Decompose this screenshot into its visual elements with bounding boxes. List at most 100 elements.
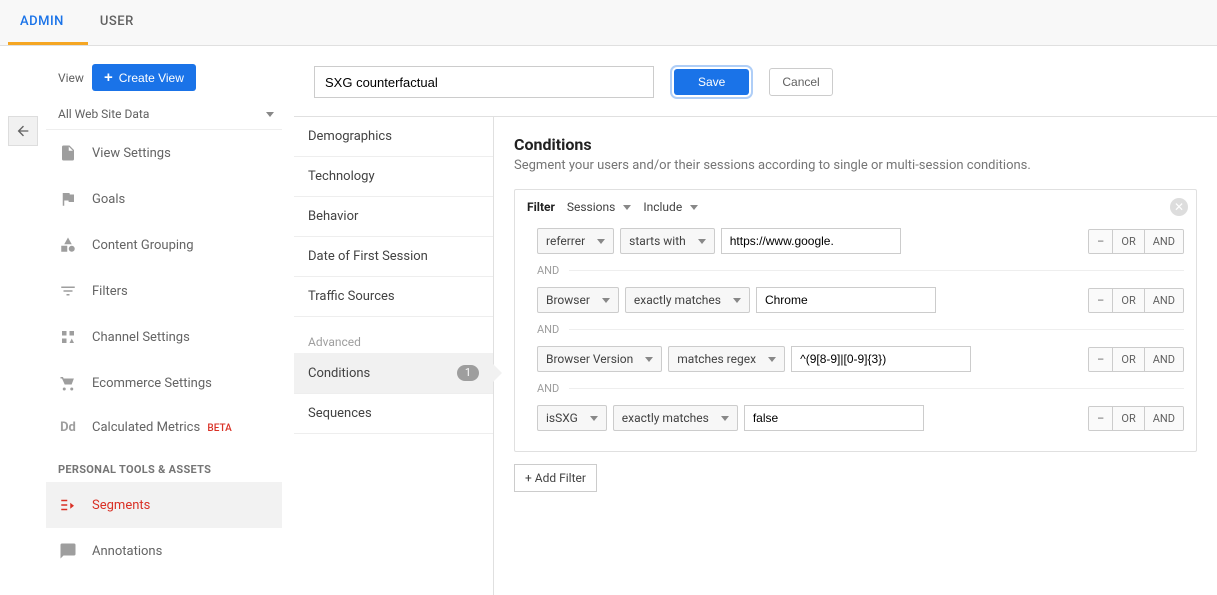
row-or-button[interactable]: OR (1112, 230, 1143, 253)
and-separator: AND (537, 264, 1184, 277)
conditions-count-badge: 1 (457, 365, 479, 381)
sidebar-item-calculated-metrics[interactable]: Dd Calculated Metrics BETA (46, 406, 282, 449)
caret-down-icon (623, 205, 631, 210)
add-filter-button[interactable]: + Add Filter (514, 464, 597, 492)
close-icon: ✕ (1174, 200, 1184, 214)
operator-select[interactable]: matches regex (668, 346, 785, 372)
value-input[interactable] (791, 346, 971, 372)
channel-icon (58, 328, 78, 346)
save-button[interactable]: Save (674, 69, 749, 95)
plus-icon: + (104, 70, 113, 85)
category-conditions-label: Conditions (308, 366, 370, 381)
sidebar: View + Create View All Web Site Data Vie… (46, 46, 294, 595)
value-input[interactable] (756, 287, 936, 313)
operator-select[interactable]: exactly matches (625, 287, 750, 313)
row-or-button[interactable]: OR (1112, 407, 1143, 430)
sidebar-item-filters[interactable]: Filters (46, 268, 282, 314)
filter-scope-select[interactable]: Sessions (567, 200, 631, 214)
dimension-select[interactable]: isSXG (537, 405, 607, 431)
dimension-select[interactable]: Browser Version (537, 346, 662, 372)
back-gutter (0, 46, 46, 595)
category-column: Demographics Technology Behavior Date of… (294, 117, 494, 595)
category-behavior[interactable]: Behavior (294, 197, 493, 237)
sidebar-item-goals[interactable]: Goals (46, 176, 282, 222)
caret-down-icon (590, 416, 598, 421)
caret-down-icon (698, 239, 706, 244)
caret-down-icon (602, 298, 610, 303)
caret-down-icon (733, 298, 741, 303)
category-sequences[interactable]: Sequences (294, 394, 493, 434)
sidebar-item-view-settings[interactable]: View Settings (46, 130, 282, 176)
row-and-button[interactable]: AND (1144, 407, 1183, 430)
document-icon (58, 144, 78, 162)
dimension-select[interactable]: Browser (537, 287, 619, 313)
caret-down-icon (690, 205, 698, 210)
row-remove-button[interactable]: – (1089, 289, 1112, 312)
sidebar-item-ecommerce-settings[interactable]: Ecommerce Settings (46, 360, 282, 406)
category-traffic-sources[interactable]: Traffic Sources (294, 277, 493, 317)
sidebar-item-channel-settings[interactable]: Channel Settings (46, 314, 282, 360)
beta-badge: BETA (207, 423, 231, 434)
sidebar-item-label: Filters (92, 284, 128, 299)
row-remove-button[interactable]: – (1089, 407, 1112, 430)
category-demographics[interactable]: Demographics (294, 117, 493, 157)
sidebar-item-label: Calculated Metrics BETA (92, 420, 232, 435)
conditions-subtitle: Segment your users and/or their sessions… (514, 158, 1197, 173)
caret-down-icon (266, 112, 274, 117)
sidebar-item-segments[interactable]: Segments (46, 482, 282, 528)
filter-mode-select[interactable]: Include (643, 200, 698, 214)
filter-mode-label: Include (643, 200, 682, 214)
operator-select[interactable]: exactly matches (613, 405, 738, 431)
category-heading-advanced: Advanced (294, 317, 493, 353)
category-conditions[interactable]: Conditions 1 (294, 353, 493, 394)
sidebar-item-label: Ecommerce Settings (92, 376, 212, 391)
remove-filter-button[interactable]: ✕ (1170, 198, 1188, 216)
annotations-icon (58, 542, 78, 560)
arrow-left-icon (15, 123, 31, 139)
metrics-icon: Dd (58, 420, 78, 435)
conditions-title: Conditions (514, 135, 1197, 154)
sidebar-item-label: View Settings (92, 146, 171, 161)
row-remove-button[interactable]: – (1089, 348, 1112, 371)
view-selector[interactable]: All Web Site Data (46, 99, 282, 130)
segment-builder: Demographics Technology Behavior Date of… (294, 116, 1217, 595)
content-area: Save Cancel Demographics Technology Beha… (294, 46, 1217, 595)
row-and-button[interactable]: AND (1144, 230, 1183, 253)
row-and-button[interactable]: AND (1144, 289, 1183, 312)
segments-icon (58, 496, 78, 514)
value-input[interactable] (744, 405, 924, 431)
funnel-icon (58, 282, 78, 300)
view-label: View (58, 71, 84, 85)
caret-down-icon (645, 357, 653, 362)
filter-scope-label: Sessions (567, 200, 615, 214)
back-button[interactable] (8, 116, 38, 146)
sidebar-item-content-grouping[interactable]: Content Grouping (46, 222, 282, 268)
flag-icon (58, 190, 78, 208)
condition-row: isSXG exactly matches – OR AND (527, 399, 1184, 437)
create-view-label: Create View (119, 71, 184, 85)
operator-select[interactable]: starts with (620, 228, 715, 254)
condition-row: Browser exactly matches – OR AND (527, 281, 1184, 319)
tab-user[interactable]: USER (88, 0, 158, 45)
category-date-first-session[interactable]: Date of First Session (294, 237, 493, 277)
view-selected-label: All Web Site Data (58, 107, 149, 121)
sidebar-item-annotations[interactable]: Annotations (46, 528, 282, 574)
row-or-button[interactable]: OR (1112, 289, 1143, 312)
category-technology[interactable]: Technology (294, 157, 493, 197)
cart-icon (58, 374, 78, 392)
dimension-select[interactable]: referrer (537, 228, 614, 254)
row-ops: – OR AND (1088, 406, 1184, 431)
value-input[interactable] (721, 228, 901, 254)
row-or-button[interactable]: OR (1112, 348, 1143, 371)
tab-admin[interactable]: ADMIN (8, 0, 88, 45)
row-remove-button[interactable]: – (1089, 230, 1112, 253)
condition-row: Browser Version matches regex – OR AND (527, 340, 1184, 378)
row-ops: – OR AND (1088, 288, 1184, 313)
row-and-button[interactable]: AND (1144, 348, 1183, 371)
cancel-button[interactable]: Cancel (769, 68, 832, 96)
create-view-button[interactable]: + Create View (92, 64, 196, 91)
and-separator: AND (537, 323, 1184, 336)
segment-name-input[interactable] (314, 66, 654, 98)
filter-header: Filter Sessions Include (527, 200, 1184, 222)
row-ops: – OR AND (1088, 229, 1184, 254)
